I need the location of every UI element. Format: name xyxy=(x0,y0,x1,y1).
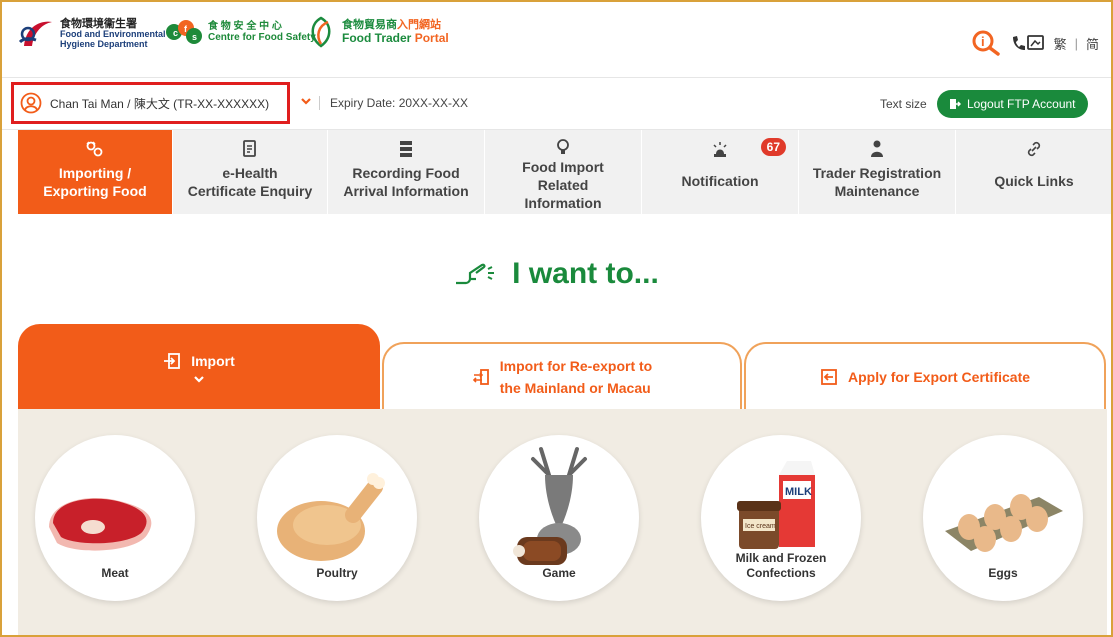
nav-label-line: Exporting Food xyxy=(43,183,147,199)
category-milk-frozen[interactable]: MILK Ice cream Milk and Frozen Confectio… xyxy=(701,435,861,601)
nav-label-line: Importing / xyxy=(58,165,132,181)
cfs-logo[interactable]: c f s 食 物 安 全 中 心 Centre for Food Safety xyxy=(164,16,316,48)
cfs-emblem-icon: c f s xyxy=(166,20,202,44)
nav-label-line: Quick Links xyxy=(994,173,1074,189)
nav-e-health-certificate[interactable]: e-Health Certificate Enquiry xyxy=(173,130,328,214)
phone-contact-icon[interactable] xyxy=(1010,33,1046,53)
category-eggs[interactable]: Eggs xyxy=(923,435,1083,601)
tab-import-for-reexport[interactable]: Import for Re-export to the Mainland or … xyxy=(382,342,742,410)
tab-import-label: Import xyxy=(191,353,235,369)
header-tools: i 繁 | 简 xyxy=(972,30,1099,56)
category-poultry[interactable]: Poultry xyxy=(257,435,417,601)
nav-label-line: Recording Food xyxy=(352,165,460,181)
category-game[interactable]: Game xyxy=(479,435,639,601)
nav-label-line: e-Health xyxy=(222,165,278,181)
nav-food-import-related-info[interactable]: Food Import Related Information xyxy=(485,130,642,214)
user-account-box[interactable]: Chan Tai Man / 陳大文 (TR-XX-XXXXXX) xyxy=(11,82,290,124)
fehd-emblem-icon xyxy=(18,21,52,46)
nav-label-line: Trader Registration xyxy=(812,165,942,181)
category-panel: Meat Poultry Game MILK Ice cream Milk an… xyxy=(18,409,1107,635)
ftp-zh-name-2: 入門網站 xyxy=(397,19,441,31)
nav-quick-links[interactable]: Quick Links xyxy=(956,130,1111,214)
server-stack-icon xyxy=(400,141,412,157)
nav-label-line: Related xyxy=(537,177,589,193)
enter-box-icon xyxy=(164,353,181,369)
egg-tray-icon xyxy=(945,494,1063,552)
tab-apply-export-certificate[interactable]: Apply for Export Certificate xyxy=(744,342,1106,410)
nav-recording-food-arrival[interactable]: Recording Food Arrival Information xyxy=(328,130,485,214)
nav-label-line: Information xyxy=(524,195,602,211)
pointing-hand-icon xyxy=(456,263,495,285)
svg-text:i: i xyxy=(981,34,985,49)
reexport-arrows-icon xyxy=(472,369,489,385)
roast-chicken-icon xyxy=(277,473,385,561)
ftp-en-name-1: Food Trader xyxy=(342,31,412,45)
chevron-down-icon[interactable] xyxy=(300,96,312,106)
logout-label: Logout FTP Account xyxy=(967,97,1076,111)
text-size-label[interactable]: Text size xyxy=(880,97,927,111)
page-frame: 食物環境衞生署 Food and Environmental Hygiene D… xyxy=(0,0,1113,637)
nav-label-line: Notification xyxy=(681,173,759,189)
notification-count-badge: 67 xyxy=(760,138,786,156)
svg-text:c: c xyxy=(173,28,178,38)
exit-box-icon xyxy=(821,369,837,385)
document-list-icon xyxy=(243,140,256,157)
cfs-zh-name: 食 物 安 全 中 心 xyxy=(208,21,282,32)
fehd-logo[interactable]: 食物環境衞生署 Food and Environmental Hygiene D… xyxy=(16,16,166,52)
lang-separator: | xyxy=(1074,35,1078,51)
tab-import[interactable]: Import xyxy=(18,324,380,410)
expiry-date: Expiry Date: 20XX-XX-XX xyxy=(319,96,468,110)
lang-traditional-link[interactable]: 繁 xyxy=(1054,34,1067,53)
fehd-en-name-2: Hygiene Department xyxy=(60,39,148,49)
ftp-zh-name-1: 食物貿易商 xyxy=(342,19,397,31)
milk-carton-text: MILK xyxy=(785,486,812,498)
milk-icecream-icon: MILK Ice cream xyxy=(737,461,815,549)
logout-icon xyxy=(950,99,961,109)
tab-reexport-label-2: the Mainland or Macau xyxy=(499,380,651,396)
tab-export-cert-label: Apply for Export Certificate xyxy=(847,369,1031,385)
fehd-en-name-1: Food and Environmental xyxy=(60,29,166,39)
user-person-icon xyxy=(871,140,883,157)
nav-label-line: Food Import xyxy=(522,159,604,175)
nav-importing-exporting[interactable]: Importing / Exporting Food xyxy=(18,130,173,214)
ftp-en-name-2: Portal xyxy=(414,31,449,45)
ice-cream-tub-text: Ice cream xyxy=(745,523,776,530)
alarm-light-icon xyxy=(713,142,727,157)
top-header: 食物環境衞生署 Food and Environmental Hygiene D… xyxy=(2,2,1111,78)
fehd-zh-name: 食物環境衞生署 xyxy=(60,18,137,30)
user-avatar-icon xyxy=(20,92,42,114)
chevron-down-icon xyxy=(194,376,204,383)
category-meat[interactable]: Meat xyxy=(35,435,195,601)
lightbulb-icon xyxy=(557,139,569,154)
ftp-logo[interactable]: 食物貿易商入門網站 Food Trader Portal xyxy=(306,16,449,48)
game-deer-icon xyxy=(513,447,587,565)
logout-button[interactable]: Logout FTP Account xyxy=(937,90,1088,118)
user-name: Chan Tai Man / 陳大文 (TR-XX-XXXXXX) xyxy=(50,96,270,111)
food-trader-portal-icon xyxy=(311,16,331,48)
action-tabs: Import Import for Re-export to the Mainl… xyxy=(18,324,1107,410)
nav-trader-registration[interactable]: Trader Registration Maintenance xyxy=(799,130,956,214)
i-want-to-text: I want to... xyxy=(512,257,659,290)
i-want-to-heading: I want to... xyxy=(2,257,1111,297)
nav-label-line: Maintenance xyxy=(834,183,920,199)
user-bar: Chan Tai Man / 陳大文 (TR-XX-XXXXXX) Expiry… xyxy=(2,78,1111,130)
lang-simplified-link[interactable]: 简 xyxy=(1086,34,1099,53)
nav-notification[interactable]: 67 Notification xyxy=(642,130,799,214)
import-export-icon xyxy=(86,141,103,157)
link-chain-icon xyxy=(1027,141,1041,157)
nav-label-line: Certificate Enquiry xyxy=(187,183,313,199)
search-info-icon[interactable]: i xyxy=(972,30,1002,56)
tab-reexport-label-1: Import for Re-export to xyxy=(499,358,653,374)
meat-steak-icon xyxy=(49,498,152,551)
svg-text:s: s xyxy=(192,32,197,42)
nav-label-line: Arrival Information xyxy=(343,183,469,199)
main-nav: Importing / Exporting Food e-Health Cert… xyxy=(18,130,1111,214)
cfs-en-name: Centre for Food Safety xyxy=(208,32,316,43)
